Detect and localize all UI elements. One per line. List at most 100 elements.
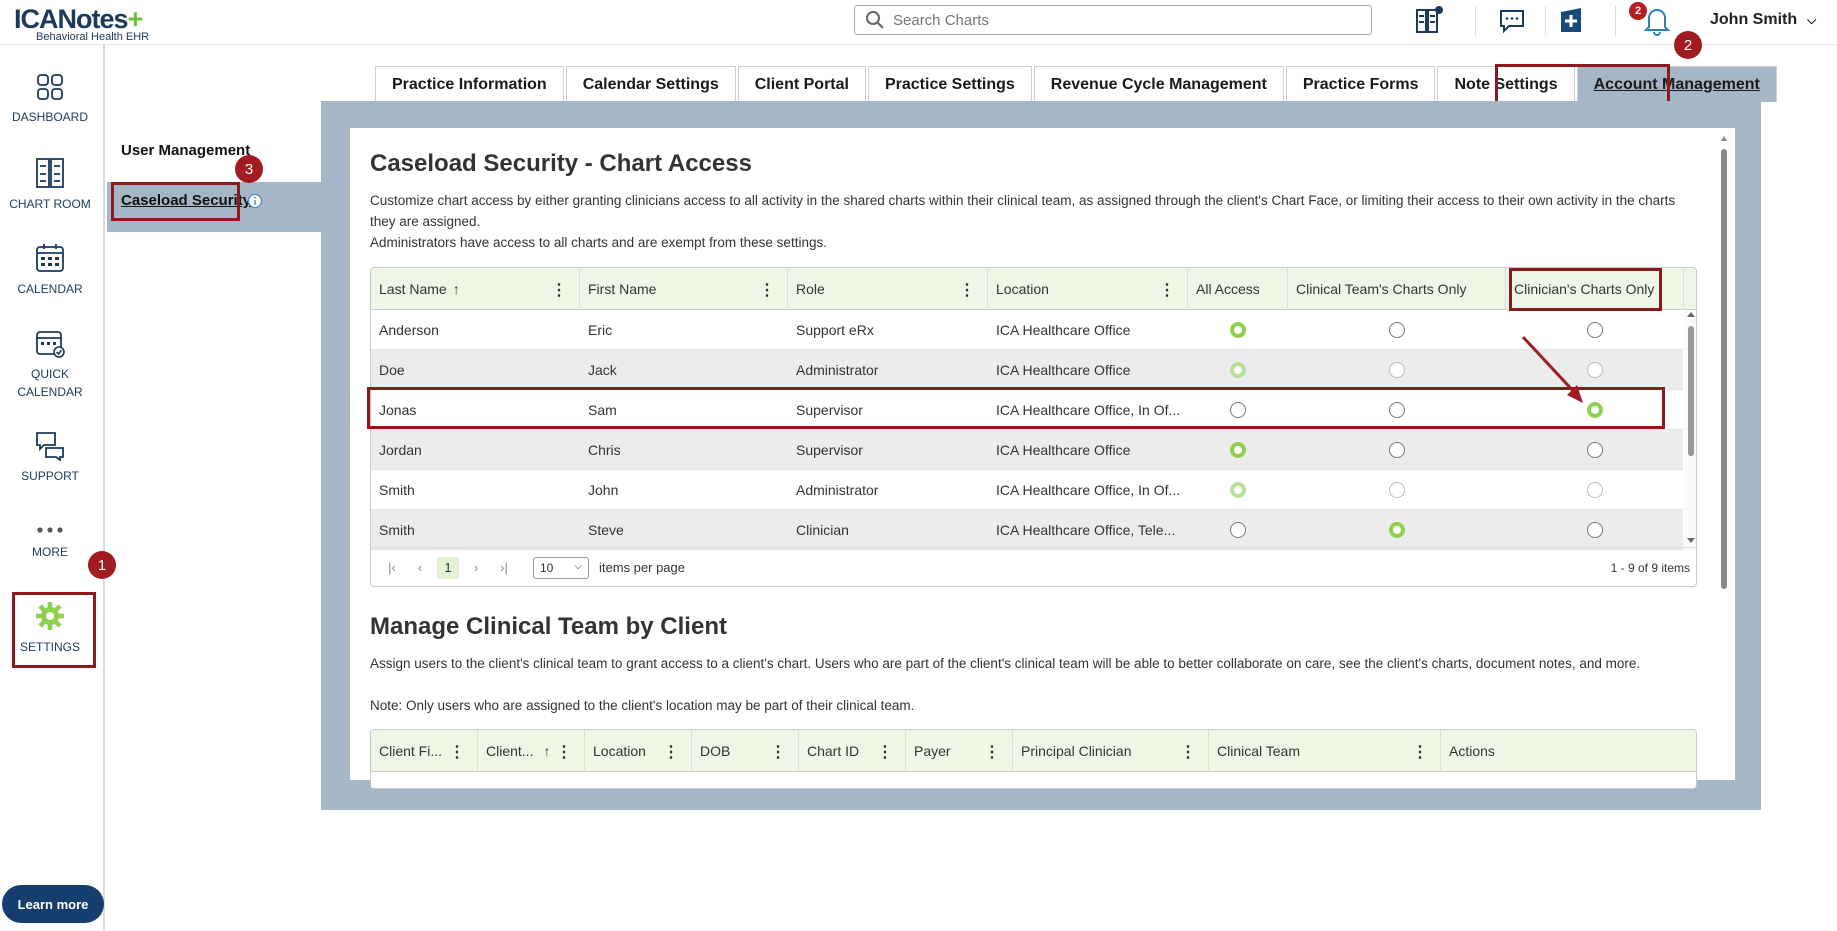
nav-chart-room[interactable]: CHART ROOM [0, 157, 100, 213]
col-client-last[interactable]: Client... ↑ ⋮ [478, 730, 585, 772]
cell-role: Administrator [796, 482, 879, 498]
page-size-select[interactable]: 10 ⌵ [533, 556, 589, 579]
col-role[interactable]: Role ⋮ [788, 268, 988, 310]
messages-icon[interactable] [1496, 4, 1528, 36]
col-label: Payer [914, 743, 951, 759]
cell-first: Steve [588, 522, 624, 538]
radio-clinician-charts-only[interactable] [1587, 522, 1603, 538]
tab-practice-information[interactable]: Practice Information [375, 66, 564, 102]
grid-pager: |‹ ‹ 1 › ›| 10 ⌵ items per page 1 - 9 of… [371, 547, 1696, 586]
caseload-description: Customize chart access by either grantin… [370, 193, 1676, 229]
radio-team-charts-only[interactable] [1389, 322, 1405, 338]
nav-dashboard[interactable]: DASHBOARD [0, 72, 100, 126]
icanotes-logo[interactable]: ICANotes+ Behavioral Health EHR [14, 4, 149, 43]
column-menu-icon[interactable]: ⋮ [551, 280, 567, 300]
col-principal-clinician[interactable]: Principal Clinician ⋮ [1013, 730, 1209, 772]
radio-team-charts-only[interactable] [1389, 522, 1405, 538]
annotation-arrow [1521, 335, 1583, 403]
tab-practice-forms[interactable]: Practice Forms [1285, 66, 1436, 102]
next-page-icon[interactable]: › [465, 557, 487, 579]
column-menu-icon[interactable]: ⋮ [984, 742, 1000, 762]
calendar-icon [36, 244, 64, 272]
col-location[interactable]: Location ⋮ [585, 730, 692, 772]
nav-label: QUICK CALENDAR [17, 367, 83, 399]
divider [1545, 6, 1546, 36]
search-box[interactable] [854, 5, 1372, 35]
chart-room-add-icon[interactable] [1413, 4, 1445, 36]
col-dob[interactable]: DOB ⋮ [692, 730, 799, 772]
column-menu-icon[interactable]: ⋮ [959, 280, 975, 300]
col-label: Client Fi... [379, 743, 443, 759]
tab-practice-settings[interactable]: Practice Settings [867, 66, 1032, 102]
column-menu-icon[interactable]: ⋮ [556, 742, 572, 762]
top-bar: ICANotes+ Behavioral Health EHR 2 John [0, 0, 1837, 45]
nav-label: DASHBOARD [11, 110, 88, 124]
radio-team-charts-only[interactable] [1389, 442, 1405, 458]
learn-more-button[interactable]: Learn more [2, 885, 104, 923]
radio-all-access[interactable] [1230, 322, 1246, 338]
nav-more[interactable]: MORE [0, 523, 100, 561]
cell-role: Supervisor [796, 442, 863, 458]
cell-first: Jack [588, 362, 617, 378]
radio-all-access[interactable] [1230, 522, 1246, 538]
col-clinical-team[interactable]: Clinical Team ⋮ [1209, 730, 1441, 772]
grid-scrollbar[interactable] [1684, 310, 1697, 550]
items-per-page-label: items per page [599, 560, 685, 575]
nav-support[interactable]: SUPPORT [0, 429, 100, 485]
column-menu-icon[interactable]: ⋮ [1180, 742, 1196, 762]
cell-location: ICA Healthcare Office [996, 442, 1131, 458]
col-client-first[interactable]: Client Fi... ⋮ [371, 730, 478, 772]
column-menu-icon[interactable]: ⋮ [759, 280, 775, 300]
annotation-box-clinician-column [1509, 268, 1662, 311]
col-label: Location [593, 743, 646, 759]
col-actions: Actions [1449, 743, 1495, 759]
search-input[interactable] [893, 11, 1353, 29]
user-menu[interactable]: John Smith ⌵ [1710, 11, 1816, 29]
more-dots-icon [37, 527, 63, 533]
tab-calendar-settings[interactable]: Calendar Settings [565, 66, 736, 102]
nav-label: MORE [32, 545, 68, 559]
col-all-access[interactable]: All Access [1188, 268, 1288, 310]
col-label: First Name [588, 281, 657, 297]
col-team-charts-only[interactable]: Clinical Team's Charts Only [1288, 268, 1506, 310]
radio-clinician-charts-only[interactable] [1587, 442, 1603, 458]
pager-info: 1 - 9 of 9 items [1610, 560, 1690, 575]
cell-first: Chris [588, 442, 621, 458]
col-payer[interactable]: Payer ⋮ [906, 730, 1013, 772]
nav-label: SUPPORT [21, 469, 79, 483]
col-first-name[interactable]: First Name ⋮ [580, 268, 788, 310]
nav-quick-calendar[interactable]: QUICK CALENDAR [0, 327, 100, 401]
column-menu-icon[interactable]: ⋮ [663, 742, 679, 762]
last-page-icon[interactable]: ›| [493, 557, 515, 579]
column-menu-icon[interactable]: ⋮ [449, 742, 465, 762]
sort-ascending-icon: ↑ [543, 743, 551, 759]
column-menu-icon[interactable]: ⋮ [770, 742, 786, 762]
first-page-icon[interactable]: |‹ [381, 557, 403, 579]
clinical-team-title: Manage Clinical Team by Client [370, 613, 727, 640]
col-location[interactable]: Location ⋮ [988, 268, 1188, 310]
info-icon[interactable] [247, 193, 263, 209]
prev-page-icon[interactable]: ‹ [409, 557, 431, 579]
tab-revenue-cycle-management[interactable]: Revenue Cycle Management [1033, 66, 1284, 102]
column-menu-icon[interactable]: ⋮ [1412, 742, 1428, 762]
col-chart-id[interactable]: Chart ID ⋮ [799, 730, 906, 772]
radio-team-charts-only [1389, 482, 1405, 498]
chevron-down-icon: ⌵ [574, 560, 582, 572]
col-last-name[interactable]: Last Name ↑ ⋮ [371, 268, 580, 310]
prescription-icon[interactable] [1555, 4, 1587, 36]
subnav-user-management[interactable]: User Management [121, 142, 250, 159]
user-name: John Smith [1710, 11, 1798, 28]
page-size-value: 10 [540, 560, 554, 575]
column-menu-icon[interactable]: ⋮ [1159, 280, 1175, 300]
radio-all-access[interactable] [1230, 442, 1246, 458]
panel-scrollbar[interactable] [1720, 135, 1728, 775]
tab-client-portal[interactable]: Client Portal [737, 66, 866, 102]
cell-location: ICA Healthcare Office [996, 322, 1131, 338]
column-menu-icon[interactable]: ⋮ [877, 742, 893, 762]
nav-calendar[interactable]: CALENDAR [0, 242, 100, 298]
current-page[interactable]: 1 [437, 556, 459, 579]
col-label: Clinical Team [1217, 743, 1300, 759]
caseload-note: Administrators have access to all charts… [370, 235, 827, 250]
cell-role: Support eRx [796, 322, 874, 338]
notification-count-badge: 2 [1629, 2, 1647, 20]
